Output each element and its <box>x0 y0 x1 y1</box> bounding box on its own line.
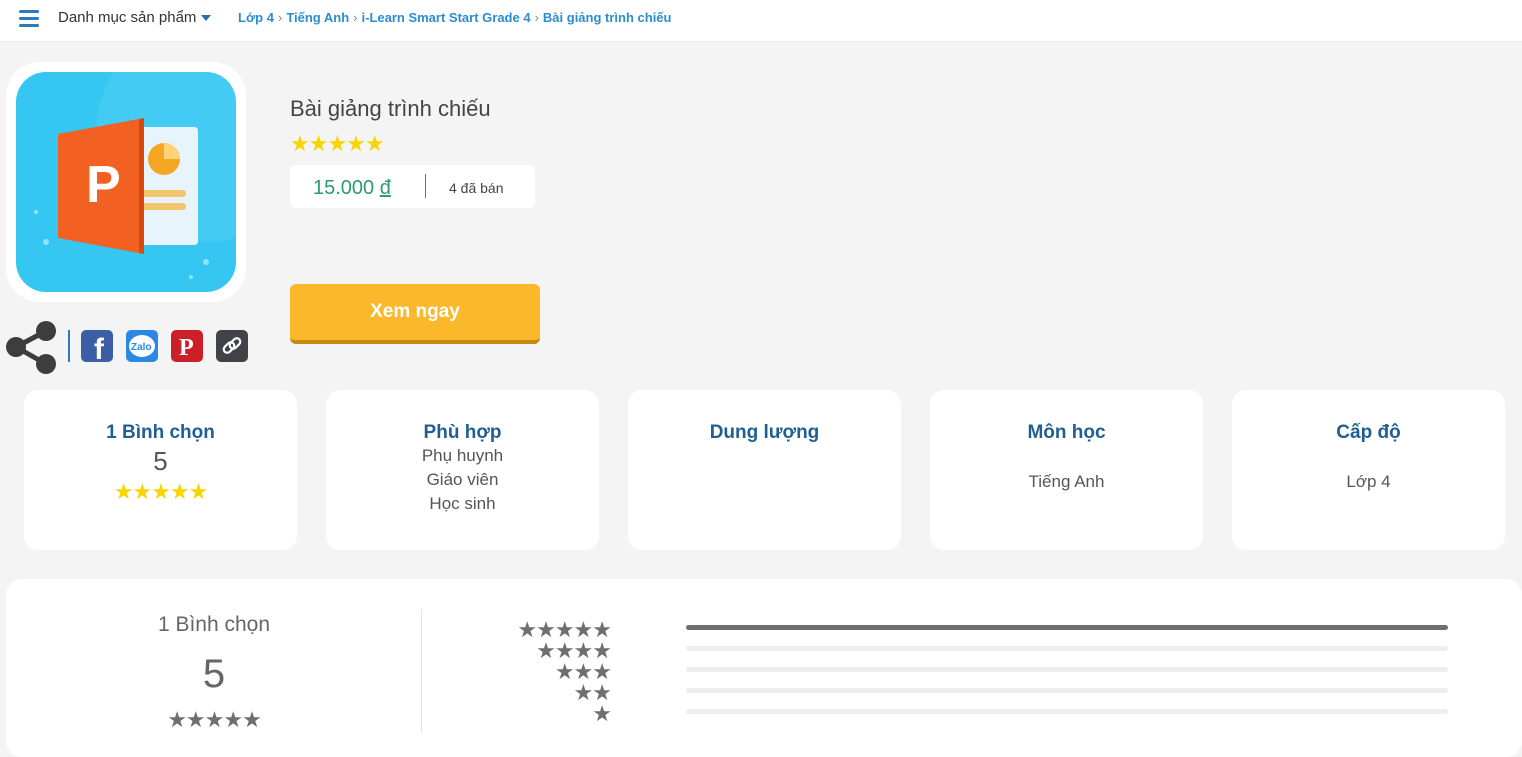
chevron-right-icon: › <box>353 10 358 25</box>
subject-card-title: Môn học <box>1027 422 1106 443</box>
votes-card-stars: ★★★★★ <box>113 479 209 504</box>
facebook-icon[interactable]: f <box>81 330 113 362</box>
review-score: 5 <box>202 652 226 696</box>
price-value: 15.000 <box>313 177 375 199</box>
svg-text:Zalo: Zalo <box>131 342 152 353</box>
category-menu[interactable]: Danh mục sản phẩm <box>58 9 212 26</box>
sold-count: 4 đã bán <box>449 180 504 196</box>
top-bar: Danh mục sản phẩm Lớp 4 › Tiếng Anh › i-Lear… <box>0 0 1522 42</box>
rating-row-1-star: ★ <box>592 701 612 726</box>
votes-card-title: 1 Bình chọn <box>106 422 215 443</box>
category-menu-label: Danh mục sản phẩm <box>58 9 197 26</box>
size-card: Dung lượng <box>628 390 901 550</box>
fit-card-title: Phù hợp <box>423 422 502 443</box>
share-icon[interactable] <box>4 319 58 375</box>
rating-bar-2 <box>686 688 1448 693</box>
zalo-icon[interactable]: Zalo <box>126 330 158 362</box>
powerpoint-icon: P <box>34 72 236 279</box>
level-card: Cấp độ Lớp 4 <box>1232 390 1505 550</box>
breadcrumb-item-series[interactable]: i-Learn Smart Start Grade 4 <box>362 10 531 25</box>
breadcrumb: Lớp 4 › Tiếng Anh › i-Learn Smart Start Grad… <box>238 10 671 25</box>
view-now-button[interactable]: Xem ngay <box>290 284 540 344</box>
chevron-right-icon: › <box>277 10 283 25</box>
caret-down-icon <box>201 15 212 22</box>
pinterest-icon[interactable]: P <box>171 330 203 362</box>
level-card-title: Cấp độ <box>1336 422 1401 443</box>
rating-bar-fill <box>686 625 1448 630</box>
rating-bar-3 <box>686 667 1448 672</box>
price-box: 15.000 đ 4 đã bán <box>290 165 535 208</box>
rating-bar-1 <box>686 709 1448 714</box>
svg-text:P: P <box>179 335 194 361</box>
svg-text:f: f <box>94 333 105 362</box>
fit-item-parents: Phụ huynh <box>421 446 504 465</box>
subject-card: Môn học Tiếng Anh <box>930 390 1203 550</box>
product-thumbnail: P <box>16 72 236 292</box>
price-divider <box>425 174 426 198</box>
link-icon[interactable] <box>216 330 248 362</box>
rating-bar-5 <box>686 625 1448 630</box>
product-title: Bài giảng trình chiếu <box>290 96 491 121</box>
breadcrumb-item-grade[interactable]: Lớp 4 <box>238 10 274 25</box>
review-divider <box>421 609 422 733</box>
svg-text:P: P <box>86 156 121 214</box>
size-card-title: Dung lượng <box>709 422 820 443</box>
product-thumbnail-frame: P <box>6 62 246 302</box>
fit-item-students: Học sinh <box>429 494 496 513</box>
breadcrumb-item-current[interactable]: Bài giảng trình chiếu <box>543 10 672 25</box>
review-title: 1 Bình chọn <box>157 613 271 636</box>
share-divider <box>68 330 70 362</box>
level-card-value: Lớp 4 <box>1346 472 1391 491</box>
rating-row-2-stars: ★★ <box>573 680 612 705</box>
hamburger-icon[interactable] <box>19 10 39 27</box>
subject-card-value: Tiếng Anh <box>1028 472 1105 491</box>
chevron-right-icon: › <box>534 10 539 25</box>
rating-stars: ★★★★★ <box>290 131 385 156</box>
review-section: 1 Bình chọn 5 ★★★★★ ★★★★★ ★★★★ ★★★ ★★ ★ <box>6 579 1522 757</box>
price: 15.000 đ <box>313 177 391 200</box>
votes-card: 1 Bình chọn 5 ★★★★★ <box>24 390 297 550</box>
fit-card: Phù hợp Phụ huynh Giáo viên Học sinh <box>326 390 599 550</box>
currency-symbol: đ <box>379 177 391 199</box>
review-stars: ★★★★★ <box>167 707 262 732</box>
breadcrumb-item-subject[interactable]: Tiếng Anh <box>286 10 349 25</box>
votes-card-score: 5 <box>153 446 168 476</box>
rating-bar-4 <box>686 646 1448 651</box>
fit-item-teachers: Giáo viên <box>426 470 499 489</box>
